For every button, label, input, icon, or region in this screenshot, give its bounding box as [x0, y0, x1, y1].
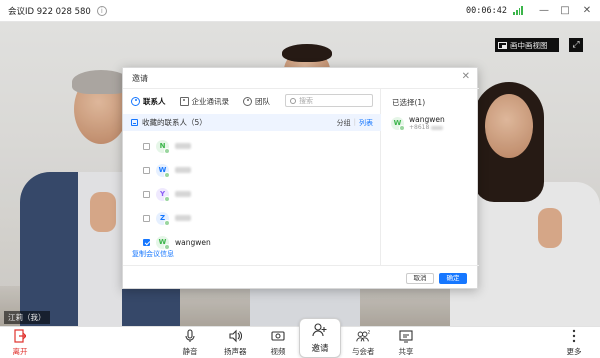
close-window-icon[interactable]: ✕ — [580, 4, 594, 18]
meeting-toolbar: 离开 静音 扬声器 视频 邀请 2 与会者 共享 更多 — [0, 318, 600, 358]
blurred-contact-name — [175, 143, 191, 149]
signal-icon — [513, 5, 523, 15]
collapse-icon[interactable] — [131, 119, 138, 126]
participants-label: 与会者 — [352, 347, 375, 356]
search-input[interactable] — [299, 96, 369, 105]
favorites-header[interactable]: 收藏的联系人（5） 分组 | 列表 — [123, 114, 381, 131]
speaker-button[interactable]: 扬声器 — [224, 329, 247, 357]
contact-checkbox[interactable] — [143, 142, 150, 150]
minimize-icon[interactable]: — — [537, 4, 551, 18]
contact-checkbox[interactable] — [143, 190, 150, 198]
selected-pane: 已选择(1) W wangwen +8618 — [382, 89, 479, 265]
share-label: 共享 — [398, 347, 414, 356]
tab-team[interactable]: 团队 — [243, 95, 270, 107]
contact-name: wangwen — [175, 237, 211, 247]
group-view-link[interactable]: 分组 — [337, 118, 351, 128]
contact-checkbox[interactable] — [143, 238, 150, 246]
person-icon — [131, 96, 140, 106]
mute-label: 静音 — [182, 347, 198, 356]
contact-row[interactable]: Y — [143, 186, 363, 202]
share-button[interactable]: 共享 — [398, 329, 414, 357]
contact-row[interactable]: Z — [143, 210, 363, 226]
leave-button[interactable]: 离开 — [12, 329, 28, 357]
more-icon — [566, 329, 582, 343]
selected-phone: +8618 — [409, 124, 430, 131]
participants-icon: 2 — [355, 329, 371, 343]
search-box[interactable] — [285, 94, 373, 107]
tab-label: 团队 — [255, 96, 270, 106]
cancel-button[interactable]: 取消 — [406, 273, 434, 284]
share-screen-icon — [398, 329, 414, 343]
add-user-icon — [312, 322, 328, 340]
directory-icon — [179, 96, 189, 106]
contact-row[interactable]: W — [143, 162, 363, 178]
favorites-label: 收藏的联系人（5） — [142, 118, 207, 127]
contact-tabs: 联系人 企业通讯录 团队 — [131, 95, 270, 107]
tab-contacts[interactable]: 联系人 — [131, 95, 166, 107]
contact-checkbox[interactable] — [143, 214, 150, 222]
maximize-icon[interactable]: □ — [558, 4, 572, 18]
contacts-pane: 联系人 企业通讯录 团队 收藏的联系人（5） 分组 | 列表 NWYZ — [123, 89, 381, 265]
tab-directory[interactable]: 企业通讯录 — [179, 95, 230, 107]
leave-icon — [12, 329, 28, 343]
selected-item: W wangwen +8618 — [391, 115, 445, 131]
team-icon — [243, 96, 252, 106]
speaker-icon — [227, 329, 243, 343]
copy-meeting-info-link[interactable]: 复制会议信息 — [132, 249, 174, 259]
title-bar: 会议ID 922 028 580 i 00:06:42 — □ ✕ — [0, 0, 600, 22]
mute-button[interactable]: 静音 — [182, 329, 198, 357]
avatar: W — [156, 163, 170, 178]
camera-icon — [270, 329, 286, 343]
selected-title: 已选择(1) — [392, 98, 426, 107]
contact-row[interactable]: Wwangwen — [143, 234, 363, 250]
contact-checkbox[interactable] — [143, 166, 150, 174]
microphone-icon — [182, 329, 198, 343]
search-icon — [290, 97, 296, 104]
confirm-button[interactable]: 确定 — [439, 273, 467, 284]
tab-label: 联系人 — [143, 96, 166, 106]
info-icon[interactable]: i — [96, 5, 107, 16]
meeting-timer: 00:06:42 — [466, 6, 507, 16]
selected-name: wangwen — [409, 115, 445, 124]
blurred-contact-name — [175, 191, 191, 197]
meeting-id: 会议ID 922 028 580 — [8, 6, 91, 17]
contact-row[interactable]: N — [143, 138, 363, 154]
participants-button[interactable]: 2 与会者 — [352, 329, 375, 357]
speaker-label: 扬声器 — [224, 347, 247, 356]
leave-label: 离开 — [12, 347, 28, 356]
video-button[interactable]: 视频 — [270, 329, 286, 357]
avatar: Y — [156, 187, 170, 202]
list-view-link[interactable]: 列表 — [359, 118, 373, 128]
invite-dialog: 邀请 ✕ 联系人 企业通讯录 团队 收藏的联系人（5） 分组 — [122, 67, 479, 289]
invite-label: 邀请 — [311, 343, 329, 354]
blurred-contact-name — [175, 215, 191, 221]
avatar: W — [391, 116, 405, 131]
tab-label: 企业通讯录 — [191, 96, 230, 106]
more-label: 更多 — [566, 347, 582, 356]
close-icon[interactable]: ✕ — [462, 71, 470, 82]
avatar: N — [156, 139, 170, 154]
blurred-contact-name — [175, 167, 191, 173]
more-button[interactable]: 更多 — [566, 329, 582, 357]
participants-count: 2 — [368, 329, 371, 335]
avatar: Z — [156, 211, 170, 226]
invite-button[interactable]: 邀请 — [299, 318, 341, 358]
video-label: 视频 — [270, 347, 286, 356]
avatar: W — [156, 235, 170, 250]
dialog-title: 邀请 — [132, 74, 148, 83]
